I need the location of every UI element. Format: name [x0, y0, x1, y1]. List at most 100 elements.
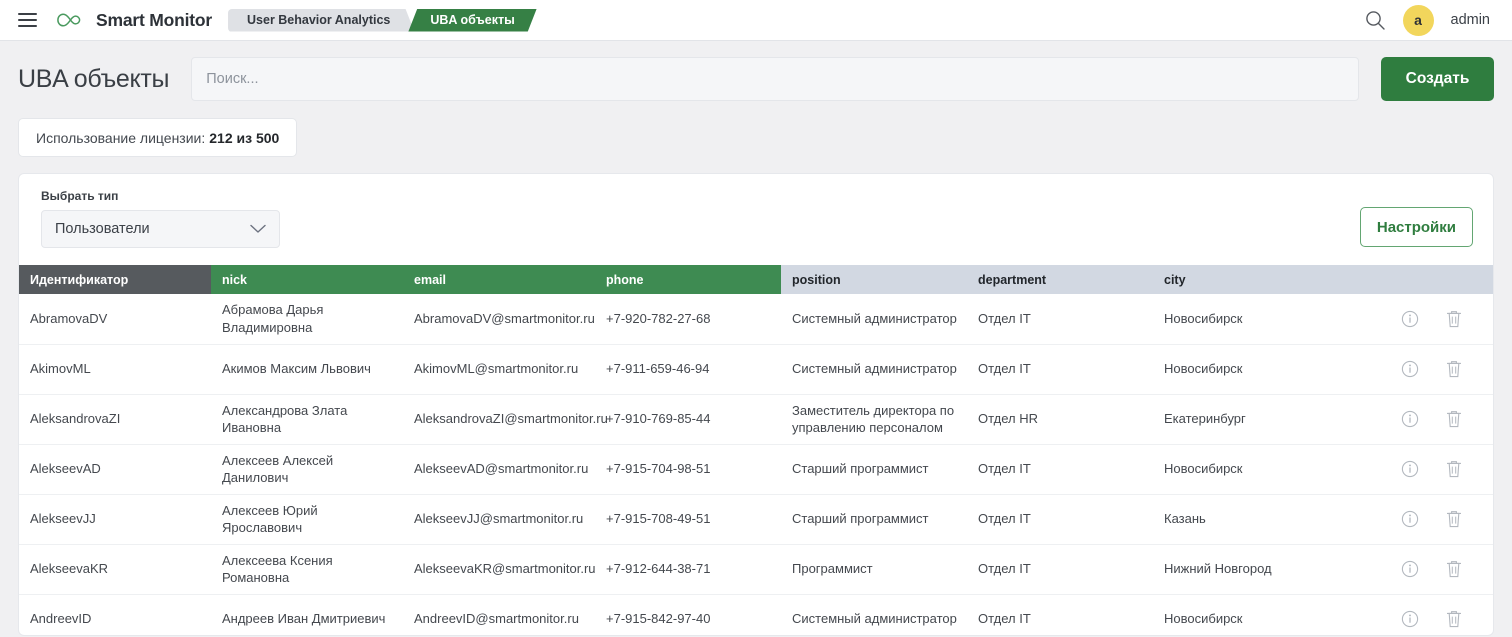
objects-table: Идентификатор nick email phone position … [19, 265, 1493, 635]
row-action-group [1386, 409, 1483, 429]
row-delete-button[interactable] [1444, 359, 1464, 379]
cell-city: Екатеринбург [1153, 394, 1375, 445]
cell-position: Старший программист [781, 444, 967, 495]
cell-position: Старший программист [781, 494, 967, 545]
cell-city: Казань [1153, 494, 1375, 545]
info-icon [1401, 510, 1419, 528]
license-usage-label: Использование лицензии: [36, 129, 206, 146]
uba-objects-card: Выбрать тип Пользователи Настройки Идент… [18, 173, 1494, 636]
row-info-button[interactable] [1400, 459, 1420, 479]
cell-position: Программист [781, 544, 967, 595]
cell-department: Отдел IT [967, 444, 1153, 495]
cell-nick: Александрова Злата Ивановна [211, 394, 403, 445]
row-delete-button[interactable] [1444, 609, 1464, 629]
table-row[interactable]: AbramovaDV Абрамова Дарья Владимировна Abr… [19, 294, 1493, 345]
row-action-group [1386, 359, 1483, 379]
cell-nick: Алексеев Юрий Ярославович [211, 494, 403, 545]
avatar[interactable]: a [1402, 4, 1434, 36]
trash-icon [1447, 361, 1461, 378]
cell-city: Новосибирск [1153, 594, 1375, 635]
cell-city: Нижний Новгород [1153, 544, 1375, 595]
row-info-button[interactable] [1400, 609, 1420, 629]
brand-name: Smart Monitor [96, 9, 213, 30]
objects-table-wrapper: Идентификатор nick email phone position … [19, 265, 1493, 635]
row-delete-button[interactable] [1444, 559, 1464, 579]
table-row[interactable]: AkimovML Акимов Максим Львович AkimovML@sm… [19, 344, 1493, 395]
table-row[interactable]: AlekseevaKR Алексеева Ксения Романовна Ale… [19, 544, 1493, 595]
table-header: Идентификатор nick email phone position … [19, 265, 1493, 294]
cell-actions [1375, 594, 1493, 635]
type-filter-select[interactable]: Пользователи [41, 210, 280, 248]
cell-city: Новосибирск [1153, 444, 1375, 495]
table-row[interactable]: AlekseevAD Алексеев Алексей Данилович Alek… [19, 444, 1493, 495]
cell-actions [1375, 394, 1493, 445]
hamburger-menu-icon[interactable] [14, 7, 40, 33]
settings-button[interactable]: Настройки [1359, 207, 1473, 247]
column-header-nick[interactable]: nick [211, 265, 403, 294]
cell-id: AlekseevJJ [19, 494, 211, 545]
row-action-group [1386, 309, 1483, 329]
cell-department: Отдел IT [967, 344, 1153, 395]
infinity-logo-icon [57, 13, 81, 27]
type-filter-value: Пользователи [55, 221, 150, 237]
type-filter-group: Выбрать тип Пользователи [41, 189, 280, 248]
table-row[interactable]: AlekseevJJ Алексеев Юрий Ярославович Aleks… [19, 494, 1493, 545]
cell-actions [1375, 294, 1493, 345]
cell-actions [1375, 544, 1493, 595]
column-header-department[interactable]: department [967, 265, 1153, 294]
top-bar-right-group: a admin [1364, 4, 1491, 36]
cell-position: Системный администратор [781, 594, 967, 635]
type-filter-label: Выбрать тип [41, 189, 119, 203]
row-info-button[interactable] [1400, 359, 1420, 379]
table-row[interactable]: AleksandrovaZI Александрова Злата Ивановн… [19, 394, 1493, 445]
cell-nick: Алексеева Ксения Романовна [211, 544, 403, 595]
cell-nick: Абрамова Дарья Владимировна [211, 294, 403, 345]
cell-email: AkimovML@smartmonitor.ru [403, 344, 595, 395]
cell-id: AlekseevaKR [19, 544, 211, 595]
cell-email: AbramovaDV@smartmonitor.ru [403, 294, 595, 345]
search-icon[interactable] [1364, 9, 1386, 31]
cell-position: Системный администратор [781, 344, 967, 395]
cell-nick: Алексеев Алексей Данилович [211, 444, 403, 495]
row-info-button[interactable] [1400, 559, 1420, 579]
column-header-phone[interactable]: phone [595, 265, 781, 294]
breadcrumb-item-uba-analytics[interactable]: User Behavior Analytics [228, 9, 414, 32]
cell-email: AlekseevAD@smartmonitor.ru [403, 444, 595, 495]
row-delete-button[interactable] [1444, 409, 1464, 429]
cell-phone: +7-912-644-38-71 [595, 544, 781, 595]
cell-email: AlekseevaKR@smartmonitor.ru [403, 544, 596, 595]
column-header-position[interactable]: position [781, 265, 967, 294]
row-delete-button[interactable] [1444, 309, 1464, 329]
row-delete-button[interactable] [1444, 509, 1464, 529]
row-info-button[interactable] [1400, 409, 1420, 429]
cell-department: Отдел IT [967, 544, 1153, 595]
row-info-button[interactable] [1400, 509, 1420, 529]
search-input[interactable] [191, 57, 1359, 101]
cell-city: Новосибирск [1153, 294, 1375, 345]
trash-icon [1447, 611, 1461, 628]
table-header-row: Идентификатор nick email phone position … [19, 265, 1493, 294]
info-icon [1401, 560, 1419, 578]
cell-actions [1375, 344, 1493, 395]
table-row[interactable]: AndreevID Андреев Иван Дмитриевич AndreevI… [19, 594, 1493, 635]
cell-actions [1375, 494, 1493, 545]
trash-icon [1447, 561, 1461, 578]
column-header-city[interactable]: city [1153, 265, 1375, 294]
row-info-button[interactable] [1400, 309, 1420, 329]
cell-phone: +7-915-708-49-51 [595, 494, 781, 545]
hamburger-line [17, 13, 37, 15]
trash-icon [1447, 461, 1461, 478]
breadcrumb-item-uba-objects[interactable]: UBA объекты [408, 9, 536, 32]
hamburger-line [17, 19, 37, 21]
column-header-email[interactable]: email [403, 265, 595, 294]
row-delete-button[interactable] [1444, 459, 1464, 479]
column-header-id[interactable]: Идентификатор [19, 265, 211, 294]
brand-logo[interactable]: Smart Monitor [54, 10, 212, 31]
cell-id: AndreevID [19, 594, 211, 635]
row-action-group [1386, 509, 1483, 529]
card-toolbar: Выбрать тип Пользователи Настройки [19, 174, 1493, 248]
cell-department: Отдел IT [967, 494, 1153, 545]
cell-department: Отдел HR [967, 394, 1153, 445]
create-button[interactable]: Создать [1381, 57, 1494, 101]
username-label: admin [1450, 12, 1491, 28]
